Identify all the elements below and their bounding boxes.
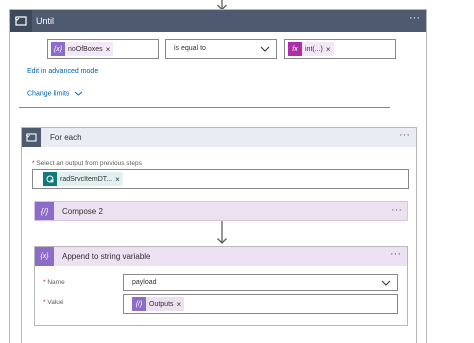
edit-advanced-mode-link[interactable]: Edit in advanced mode bbox=[27, 68, 98, 75]
outputs-token[interactable]: {/} Outputs × bbox=[132, 297, 185, 311]
variable-token-label: noOfBoxes bbox=[68, 45, 103, 53]
compose-action-card[interactable]: {/} Compose 2 ··· bbox=[34, 201, 408, 221]
required-marker: * bbox=[43, 279, 46, 286]
until-header[interactable]: Until ··· bbox=[10, 10, 426, 32]
remove-token-icon[interactable]: × bbox=[115, 175, 123, 184]
variable-icon: {x} bbox=[51, 42, 65, 56]
variable-token[interactable]: {x} noOfBoxes × bbox=[51, 42, 114, 56]
output-select-field[interactable]: radSrvcItemDT... × bbox=[32, 169, 409, 189]
remove-token-icon[interactable]: × bbox=[326, 45, 334, 54]
append-string-variable-card: {x} Append to string variable ··· * Name… bbox=[34, 246, 408, 326]
change-limits-label: Change limits bbox=[27, 90, 70, 98]
foreach-menu-button[interactable]: ··· bbox=[399, 130, 410, 141]
append-header[interactable]: {x} Append to string variable ··· bbox=[35, 247, 407, 266]
append-title: Append to string variable bbox=[62, 252, 151, 261]
compose-icon: {/} bbox=[132, 297, 146, 311]
sharepoint-icon bbox=[43, 172, 57, 186]
compose-icon: {/} bbox=[35, 202, 54, 220]
foreach-header[interactable]: For each ··· bbox=[22, 128, 416, 147]
section-divider bbox=[19, 107, 390, 108]
name-label-text: Name bbox=[47, 279, 65, 286]
condition-right-field[interactable]: fx int(...) × bbox=[284, 39, 396, 59]
name-value: payload bbox=[132, 279, 157, 286]
output-field-label: * Select an output from previous steps bbox=[32, 160, 142, 167]
remove-token-icon[interactable]: × bbox=[106, 45, 114, 54]
compose-menu-button[interactable]: ··· bbox=[391, 205, 402, 216]
required-marker: * bbox=[32, 160, 35, 167]
foreach-loop-icon bbox=[22, 128, 41, 147]
change-limits-link[interactable]: Change limits bbox=[27, 90, 83, 97]
output-token-label: radSrvcItemDT... bbox=[60, 175, 113, 183]
expression-token-label: int(...) bbox=[305, 45, 323, 53]
output-label-text: Select an output from previous steps bbox=[36, 160, 142, 167]
operator-value: is equal to bbox=[174, 45, 206, 52]
remove-token-icon[interactable]: × bbox=[177, 300, 185, 309]
output-token[interactable]: radSrvcItemDT... × bbox=[43, 172, 123, 186]
expression-token[interactable]: fx int(...) × bbox=[288, 42, 334, 56]
outputs-token-label: Outputs bbox=[149, 300, 174, 308]
until-loop-icon bbox=[10, 10, 32, 32]
value-label-text: Value bbox=[47, 299, 64, 306]
required-marker: * bbox=[43, 299, 46, 306]
until-menu-button[interactable]: ··· bbox=[409, 13, 420, 24]
value-field[interactable]: {/} Outputs × bbox=[123, 294, 398, 314]
chevron-down-icon bbox=[75, 91, 83, 96]
until-title: Until bbox=[36, 16, 55, 26]
foreach-title: For each bbox=[50, 133, 82, 142]
name-dropdown[interactable]: payload bbox=[123, 274, 398, 291]
flow-arrow-icon bbox=[217, 221, 227, 244]
condition-operator-dropdown[interactable]: is equal to bbox=[165, 39, 277, 59]
chevron-down-icon bbox=[260, 46, 270, 52]
chevron-down-icon bbox=[381, 280, 391, 286]
value-field-label: * Value bbox=[43, 299, 64, 306]
append-menu-button[interactable]: ··· bbox=[390, 249, 401, 260]
condition-left-field[interactable]: {x} noOfBoxes × bbox=[47, 39, 159, 59]
variable-icon: {x} bbox=[35, 247, 54, 266]
name-field-label: * Name bbox=[43, 279, 65, 286]
compose-title: Compose 2 bbox=[62, 207, 103, 216]
expression-icon: fx bbox=[288, 42, 302, 56]
